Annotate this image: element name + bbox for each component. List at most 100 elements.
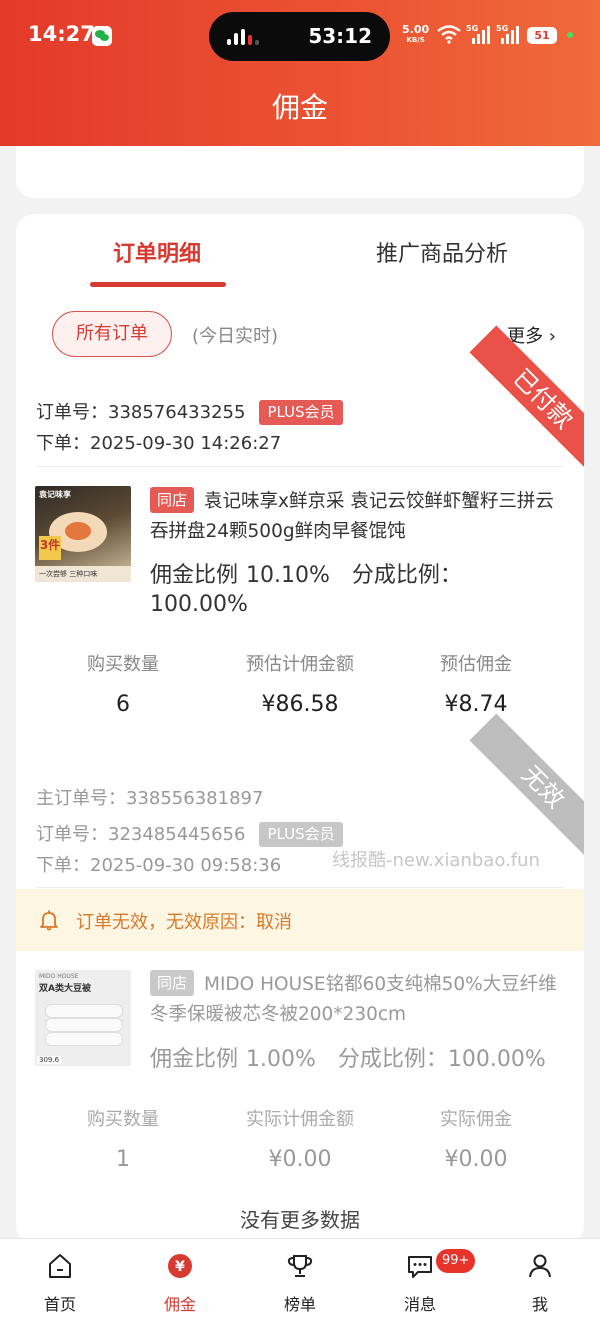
split-rate-value: 100.00% [150,592,248,617]
watermark: 线报酷-new.xianbao.fun [332,850,540,871]
stat-value: 1 [116,1147,130,1172]
split-rate-label: 分成比例： [351,563,462,588]
message-icon [408,1256,432,1278]
call-timer: 53:12 [308,24,372,48]
product-title[interactable]: 同店 MIDO HOUSE铭都60支纯棉50%大豆纤维冬季保暖被芯冬被200*23… [150,970,570,1030]
thumb-quilt-layer [45,1032,123,1046]
nav-commission[interactable]: ¥ 佣金 [140,1251,220,1315]
commission-info: 佣金比例 10.10% 分成比例： 100.00% [150,561,570,619]
order-number: 338576433255 [108,402,246,423]
main-order-label: 主订单号： [36,788,126,809]
wifi-icon [437,25,461,44]
stat-label: 预估佣金 [440,654,512,675]
stat-value: ¥0.00 [444,1147,508,1172]
stat-label: 预估计佣金额 [246,654,354,675]
product-thumbnail[interactable]: MIDO HOUSE 双A类大豆被 309.6 [35,970,131,1066]
thumb-quilt-layer [45,1018,123,1032]
wechat-notification-icon [92,26,112,46]
order-number: 323485445656 [108,824,246,845]
battery-icon: 51 [527,27,557,44]
split-rate-value: 100.00% [447,1047,546,1072]
status-time: 14:27 [28,22,95,46]
tab-bar: 订单明细 推广商品分析 [16,214,584,294]
thumb-quilt-layer [45,1004,123,1018]
status-ribbon-invalid: 无效 [469,713,584,861]
svg-text:¥: ¥ [175,1259,185,1275]
order-time: 2025-09-30 09:58:36 [90,855,282,876]
stat-label: 购买数量 [87,1109,159,1130]
divider [36,887,564,888]
dynamic-island[interactable]: 53:12 [209,12,390,61]
plus-member-badge: PLUS会员 [259,400,343,425]
nav-home[interactable]: 首页 [20,1251,100,1315]
nav-label: 消息 [403,1295,436,1314]
nav-label: 佣金 [163,1295,196,1314]
nav-label: 首页 [43,1295,76,1314]
stat-actual-base: 实际计佣金额 ¥0.00 [205,1105,395,1172]
tab-active-indicator [90,282,226,287]
product-title-text: MIDO HOUSE铭都60支纯棉50%大豆纤维冬季保暖被芯冬被200*230c… [150,974,557,1025]
thumb-brand: 袁记味享 [39,490,71,499]
stat-value: ¥86.58 [261,692,339,717]
stat-label: 实际佣金 [440,1109,512,1130]
bottom-nav: 首页 ¥ 佣金 榜单 消息 99+ 我 [0,1238,600,1320]
same-shop-tag: 同店 [150,487,195,513]
page-title: 佣金 [271,91,328,124]
signal-1-icon [472,26,490,44]
stat-quantity: 购买数量 1 [28,1105,218,1172]
split-rate: 分成比例：100.00% [338,1047,546,1072]
commission-rate: 佣金比例 1.00% [150,1047,316,1072]
signal-2-icon [501,26,519,44]
yen-coin-icon: ¥ [168,1254,192,1278]
bell-icon [40,910,58,931]
stat-value: 6 [116,692,130,717]
no-more-data: 没有更多数据 [240,1208,360,1232]
order-time-line: 下单：2025-09-30 09:58:36 [36,851,281,877]
trophy-icon [287,1255,313,1277]
tab-product-analysis[interactable]: 推广商品分析 [376,236,508,268]
app-header: 14:27 53:12 5.00 KB/S 5G 5G 51 佣金 [0,0,600,146]
commission-info: 佣金比例 1.00% 分成比例：100.00% [150,1045,570,1074]
filter-all-orders-button[interactable]: 所有订单 [52,311,172,357]
invalid-warning-bar: 订单无效，无效原因：取消 [16,889,584,951]
stat-quantity: 购买数量 6 [28,650,218,717]
tab-order-details[interactable]: 订单明细 [113,236,201,268]
nav-ranking[interactable]: 榜单 [260,1251,340,1315]
product-thumbnail[interactable]: 袁记味享 3件 一次尝够 三种口味 [35,486,131,582]
net-speed-unit: KB/S [406,36,425,44]
stat-value: ¥8.74 [444,692,508,717]
net-speed: 5.00 KB/S [402,24,429,45]
order-number-line: 订单号：338576433255 PLUS会员 [36,398,343,425]
order-time-line: 下单：2025-09-30 14:26:27 [36,429,281,455]
product-title-text: 袁记味享x鲜京采 袁记云饺鲜虾蟹籽三拼云吞拼盘24颗500g鲜肉早餐馄饨 [150,491,554,542]
product-title[interactable]: 同店 袁记味享x鲜京采 袁记云饺鲜虾蟹籽三拼云吞拼盘24颗500g鲜肉早餐馄饨 [150,487,570,547]
commission-rate-label: 佣金比例 [150,563,239,588]
filter-note: (今日实时) [192,326,279,347]
nav-label: 我 [531,1295,548,1314]
thumb-price: 309.6 [37,1056,62,1064]
split-rate-label: 分成比例： [337,1047,448,1072]
commission-rate: 佣金比例 10.10% [150,563,330,588]
order-number-label: 订单号： [36,824,108,845]
main-order-number-line: 主订单号：338556381897 [36,784,263,810]
audio-wave-icon [227,29,261,45]
same-shop-tag: 同店 [150,970,195,996]
order-time-label: 下单： [36,433,90,454]
order-time: 2025-09-30 14:26:27 [90,433,282,454]
user-icon [529,1254,551,1278]
order-number-line: 订单号：323485445656 PLUS会员 [36,820,343,847]
commission-rate-value: 10.10% [246,563,330,588]
nav-me[interactable]: 我 [500,1251,580,1315]
thumb-badge: 3件 [39,536,61,560]
stat-estimated-base: 预估计佣金额 ¥86.58 [205,650,395,717]
stat-label: 实际计佣金额 [246,1109,354,1130]
thumb-title: 双A类大豆被 [39,984,91,994]
divider [36,466,564,467]
status-bar: 14:27 53:12 5.00 KB/S 5G 5G 51 [0,0,600,70]
commission-rate-value: 1.00% [246,1047,316,1072]
home-icon [49,1254,71,1278]
message-count-badge: 99+ [436,1249,476,1273]
nav-label: 榜单 [283,1295,316,1314]
stat-label: 购买数量 [87,654,159,675]
order-number-label: 订单号： [36,402,108,423]
